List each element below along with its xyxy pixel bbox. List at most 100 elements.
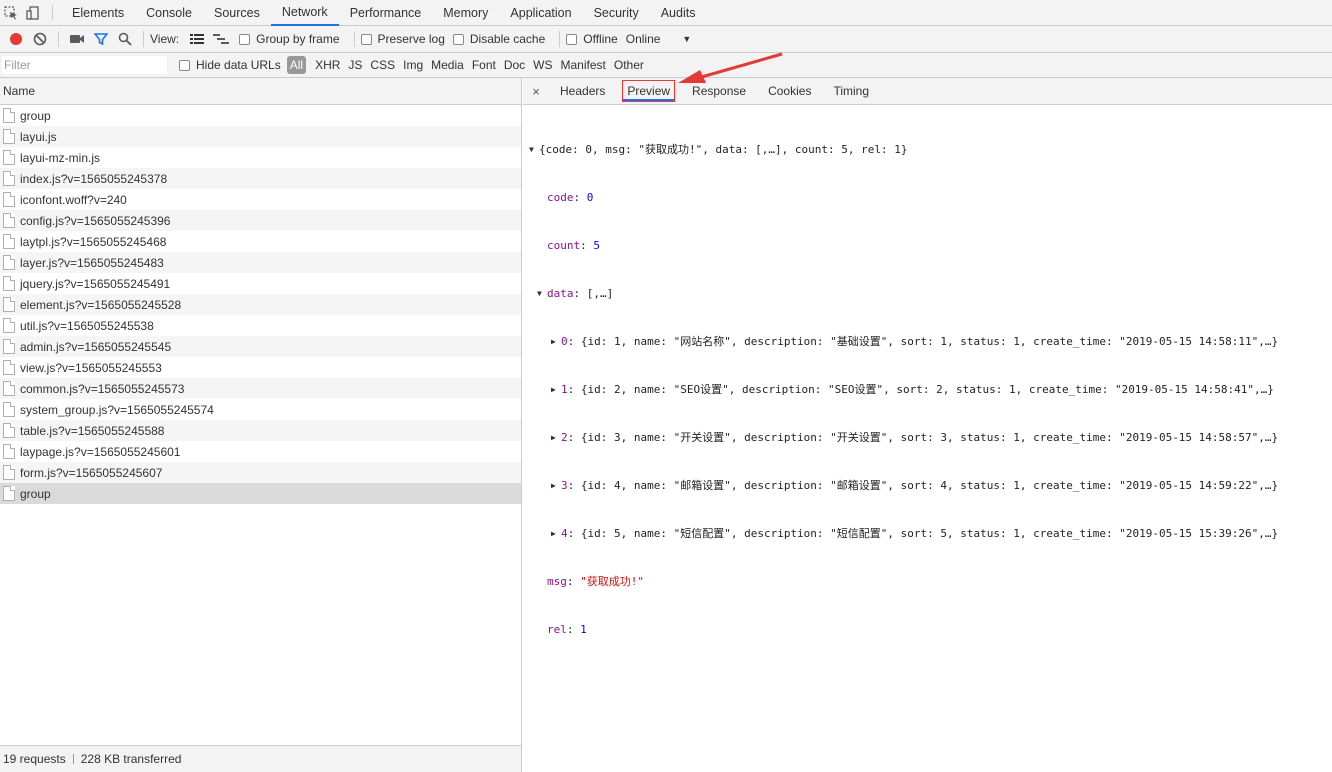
request-row[interactable]: jquery.js?v=1565055245491 [0,273,521,294]
json-item-summary: {id: 1, name: "网站名称", description: "基础设置… [580,335,1279,348]
checkbox-box[interactable] [179,59,190,71]
tab-elements[interactable]: Elements [61,0,135,26]
request-row[interactable]: admin.js?v=1565055245545 [0,336,521,357]
json-prop-line: count: 5 [547,239,600,252]
filter-input[interactable]: Filter [2,56,167,74]
tab-sources[interactable]: Sources [203,0,271,26]
filter-type-js[interactable]: JS [345,58,365,72]
json-data-line[interactable]: ▼ data: [,…] [529,286,1278,302]
record-icon[interactable] [4,26,28,53]
filter-funnel-icon[interactable] [89,26,113,53]
request-row[interactable]: view.js?v=1565055245553 [0,357,521,378]
tab-headers[interactable]: Headers [549,78,616,105]
request-row-selected[interactable]: group [0,483,521,504]
document-icon [3,486,15,501]
filter-type-ws[interactable]: WS [530,58,555,72]
request-name: table.js?v=1565055245588 [20,423,165,438]
checkbox-box[interactable] [566,33,578,45]
json-index: 4 [561,527,568,540]
filter-type-css[interactable]: CSS [367,58,398,72]
filter-type-img[interactable]: Img [400,58,426,72]
inspect-element-icon[interactable] [0,0,22,26]
document-icon [3,150,15,165]
json-item-summary: {id: 4, name: "邮箱设置", description: "邮箱设置… [580,479,1279,492]
json-item-summary: {id: 2, name: "SEO设置", description: "SEO… [580,383,1274,396]
collapsed-triangle-icon[interactable]: ▶ [551,382,561,398]
clear-icon[interactable] [28,26,52,53]
request-row[interactable]: table.js?v=1565055245588 [0,420,521,441]
expanded-triangle-icon[interactable]: ▼ [529,142,539,158]
tab-performance[interactable]: Performance [339,0,433,26]
expanded-triangle-icon[interactable]: ▼ [537,286,547,302]
request-name: view.js?v=1565055245553 [20,360,162,375]
waterfall-overview-icon[interactable] [209,26,233,53]
json-array-item[interactable]: ▶ 1: {id: 2, name: "SEO设置", description: … [529,382,1278,398]
network-summary-bar: 19 requests 228 KB transferred [0,745,521,772]
request-row[interactable]: layui-mz-min.js [0,147,521,168]
request-row[interactable]: index.js?v=1565055245378 [0,168,521,189]
preserve-log-checkbox[interactable]: Preserve log [360,32,445,46]
filter-type-media[interactable]: Media [428,58,467,72]
document-icon [3,465,15,480]
filter-type-xhr[interactable]: XHR [312,58,343,72]
offline-checkbox[interactable]: Offline [566,32,618,46]
disable-cache-label: Disable cache [469,32,546,46]
request-name: common.js?v=1565055245573 [20,381,185,396]
request-row[interactable]: laytpl.js?v=1565055245468 [0,231,521,252]
search-icon[interactable] [113,26,137,53]
filter-type-all[interactable]: All [286,56,307,74]
disable-cache-checkbox[interactable]: Disable cache [452,32,546,46]
tab-memory[interactable]: Memory [432,0,499,26]
hide-data-urls-checkbox[interactable]: Hide data URLs [179,58,281,72]
request-row[interactable]: layer.js?v=1565055245483 [0,252,521,273]
large-rows-icon[interactable] [185,26,209,53]
filter-type-manifest[interactable]: Manifest [558,58,609,72]
request-name: group [20,108,51,123]
json-item-summary: {id: 3, name: "开关设置", description: "开关设置… [580,431,1279,444]
collapsed-triangle-icon[interactable]: ▶ [551,526,561,542]
request-row[interactable]: iconfont.woff?v=240 [0,189,521,210]
hide-data-urls-label: Hide data URLs [196,58,281,72]
json-root-line[interactable]: ▼ {code: 0, msg: "获取成功!", data: [,…], cou… [529,142,1278,158]
request-row[interactable]: form.js?v=1565055245607 [0,462,521,483]
tab-timing[interactable]: Timing [822,78,880,105]
request-row[interactable]: group [0,105,521,126]
checkbox-box[interactable] [239,33,251,45]
request-row[interactable]: config.js?v=1565055245396 [0,210,521,231]
collapsed-triangle-icon[interactable]: ▶ [551,334,561,350]
json-array-item[interactable]: ▶ 2: {id: 3, name: "开关设置", description: "… [529,430,1278,446]
document-icon [3,360,15,375]
request-row[interactable]: layui.js [0,126,521,147]
request-row[interactable]: common.js?v=1565055245573 [0,378,521,399]
name-column-header[interactable]: Name [0,78,521,105]
collapsed-triangle-icon[interactable]: ▶ [551,478,561,494]
request-row[interactable]: element.js?v=1565055245528 [0,294,521,315]
screenshot-camera-icon[interactable] [65,26,89,53]
request-row[interactable]: util.js?v=1565055245538 [0,315,521,336]
request-row[interactable]: system_group.js?v=1565055245574 [0,399,521,420]
filter-type-doc[interactable]: Doc [501,58,528,72]
json-array-item[interactable]: ▶ 0: {id: 1, name: "网站名称", description: "… [529,334,1278,350]
tab-audits[interactable]: Audits [650,0,707,26]
tab-network[interactable]: Network [270,0,339,26]
json-data-summary: [,…] [586,287,614,300]
tab-preview[interactable]: Preview [622,80,676,102]
group-by-frame-checkbox[interactable]: Group by frame [239,32,340,46]
close-icon[interactable]: × [523,84,549,99]
checkbox-box[interactable] [360,33,372,45]
document-icon [3,192,15,207]
request-row[interactable]: laypage.js?v=1565055245601 [0,441,521,462]
device-toolbar-icon[interactable] [22,0,44,26]
throttling-select[interactable]: Online ▼ [626,32,692,46]
collapsed-triangle-icon[interactable]: ▶ [551,430,561,446]
document-icon [3,255,15,270]
network-toolbar: View: Group by frame Preserve log Disabl… [0,26,1332,53]
filter-type-other[interactable]: Other [611,58,647,72]
tab-security[interactable]: Security [583,0,650,26]
filter-type-font[interactable]: Font [469,58,499,72]
checkbox-box[interactable] [452,33,464,45]
json-array-item[interactable]: ▶ 3: {id: 4, name: "邮箱设置", description: "… [529,478,1278,494]
tab-console[interactable]: Console [135,0,203,26]
json-array-item[interactable]: ▶ 4: {id: 5, name: "短信配置", description: "… [529,526,1278,542]
tab-application[interactable]: Application [499,0,582,26]
